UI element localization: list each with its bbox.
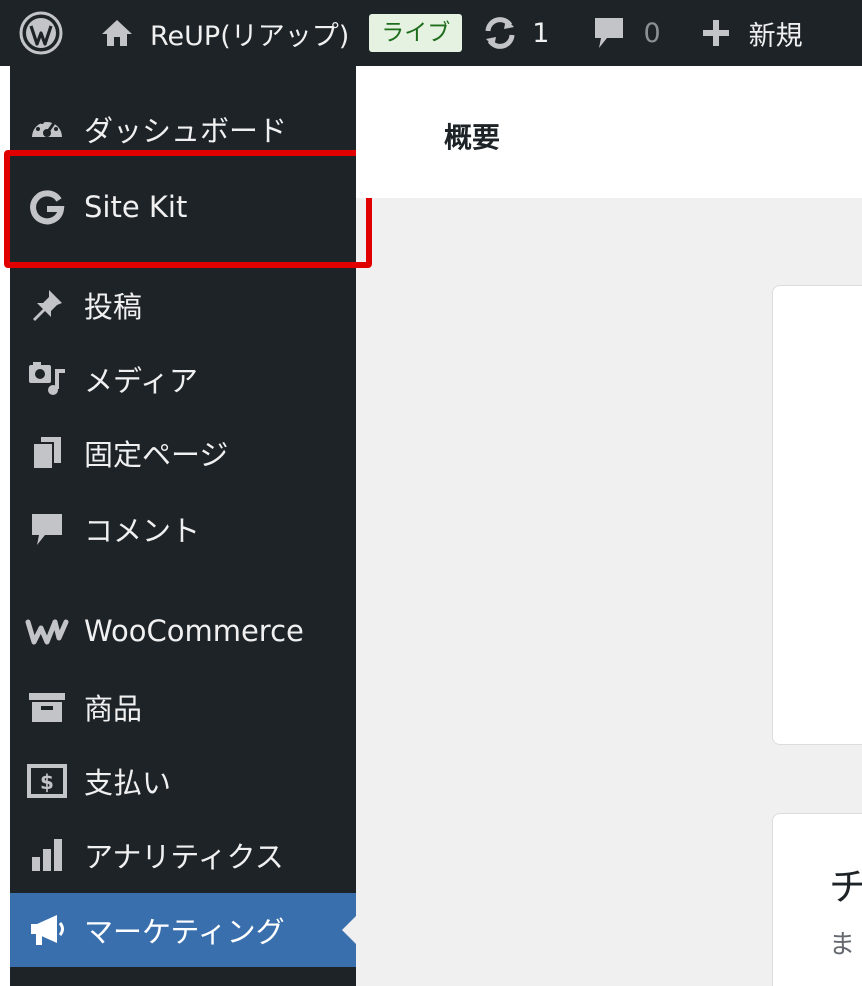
sidebar-item-products[interactable]: 商品 bbox=[10, 670, 356, 744]
site-name: ReUP(リアップ) bbox=[150, 20, 350, 52]
card-heading: チ bbox=[829, 865, 862, 909]
sidebar-item-posts[interactable]: 投稿 bbox=[10, 268, 356, 342]
home-icon bbox=[102, 20, 132, 46]
sidebar-item-label: WooCommerce bbox=[84, 614, 304, 648]
admin-bar: ReUP(リアップ) ライブ 1 0 新規 bbox=[0, 0, 862, 66]
new-content-link[interactable]: 新規 bbox=[701, 0, 803, 66]
site-name-link[interactable]: ReUP(リアップ) ライブ bbox=[82, 0, 463, 66]
overview-card bbox=[772, 285, 862, 745]
woocommerce-icon bbox=[10, 616, 84, 646]
left-edge-strip bbox=[0, 66, 10, 986]
plus-icon bbox=[702, 20, 729, 46]
info-card: チ ま bbox=[772, 813, 862, 986]
pin-icon bbox=[10, 287, 84, 323]
comments-count: 0 bbox=[643, 17, 661, 49]
sidebar-item-pages[interactable]: 固定ページ bbox=[10, 416, 356, 490]
media-icon bbox=[10, 361, 84, 397]
sidebar-item-marketing[interactable]: マーケティング bbox=[10, 893, 356, 967]
payments-icon: $ bbox=[10, 764, 84, 798]
sidebar-item-label: マーケティング bbox=[84, 915, 285, 949]
bar-chart-icon bbox=[10, 837, 84, 873]
archive-icon bbox=[10, 691, 84, 723]
pages-icon bbox=[10, 435, 84, 471]
sidebar-item-analytics[interactable]: アナリティクス bbox=[10, 818, 356, 892]
new-label: 新規 bbox=[748, 20, 803, 52]
sidebar-item-media[interactable]: メディア bbox=[10, 342, 356, 416]
sidebar-item-label: 商品 bbox=[84, 692, 143, 726]
wordpress-logo-icon bbox=[19, 11, 63, 55]
dashboard-icon bbox=[10, 111, 84, 147]
sidebar-item-label: アナリティクス bbox=[84, 840, 284, 874]
sidebar-item-label: ダッシュボード bbox=[84, 114, 288, 148]
sidebar-item-payments[interactable]: $ 支払い bbox=[10, 744, 356, 818]
comment-icon bbox=[10, 511, 84, 547]
comments-link[interactable]: 0 bbox=[593, 0, 661, 66]
sidebar-item-label: 投稿 bbox=[84, 290, 143, 324]
live-badge: ライブ bbox=[369, 14, 463, 52]
sidebar-item-comments[interactable]: コメント bbox=[10, 492, 356, 566]
sidebar-item-label: コメント bbox=[84, 514, 201, 548]
google-g-icon bbox=[10, 189, 84, 225]
updates-count: 1 bbox=[532, 17, 550, 49]
sidebar-item-label: Site Kit bbox=[84, 190, 188, 224]
refresh-icon bbox=[485, 17, 515, 49]
wordpress-logo-button[interactable] bbox=[0, 0, 82, 66]
admin-sidebar: ダッシュボード Site Kit 投稿 メディア 固定ページ コメント WooC… bbox=[10, 66, 356, 986]
card-subtext: ま bbox=[829, 930, 856, 960]
megaphone-icon bbox=[10, 912, 84, 948]
content-header: 概要 bbox=[356, 66, 862, 198]
sidebar-item-label: メディア bbox=[84, 364, 198, 398]
active-indicator-arrow bbox=[342, 916, 356, 944]
updates-link[interactable]: 1 bbox=[482, 0, 549, 66]
comment-bubble-icon bbox=[595, 18, 624, 48]
sidebar-item-site-kit[interactable]: Site Kit bbox=[10, 170, 356, 244]
sidebar-item-label: 固定ページ bbox=[84, 438, 229, 472]
sidebar-item-dashboard[interactable]: ダッシュボード bbox=[10, 92, 356, 166]
svg-text:$: $ bbox=[40, 770, 54, 794]
sidebar-item-woocommerce[interactable]: WooCommerce bbox=[10, 594, 356, 668]
sidebar-item-label: 支払い bbox=[84, 766, 172, 800]
page-title: 概要 bbox=[444, 121, 501, 154]
